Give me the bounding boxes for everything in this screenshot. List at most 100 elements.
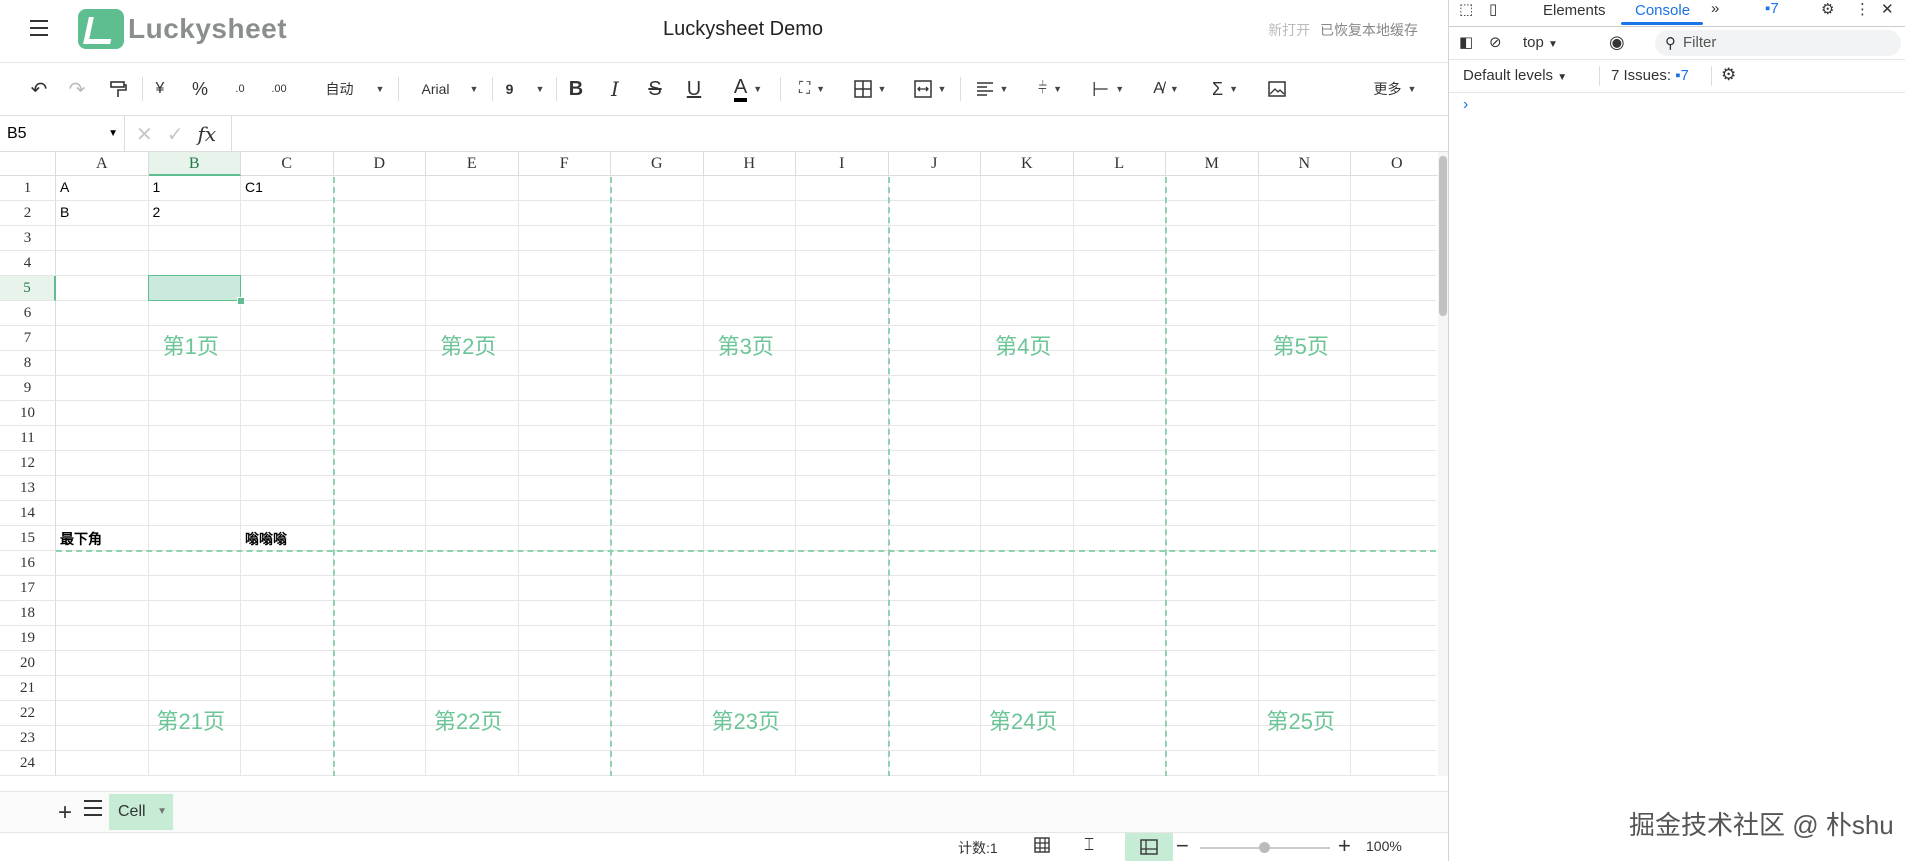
fill-color-button[interactable]: ⛶ ▼ bbox=[788, 75, 836, 103]
column-header[interactable]: I bbox=[796, 152, 889, 176]
column-header[interactable]: B bbox=[148, 152, 241, 176]
text-wrap-button[interactable]: ⊢ ▼ bbox=[1084, 75, 1132, 103]
horizontal-align-button[interactable]: ▼ bbox=[968, 75, 1016, 103]
zoom-out-button[interactable]: − bbox=[1176, 833, 1189, 859]
format-painter-button[interactable] bbox=[105, 75, 131, 103]
console-settings-icon[interactable]: ⚙ bbox=[1721, 65, 1736, 85]
spreadsheet-grid[interactable]: A B C D E F G H I J K L M N O 1 2 3 4 5 6 7 8 9 10 11 12 13 14 15 16 17… bbox=[0, 152, 1448, 776]
device-toolbar-icon[interactable]: ▯ bbox=[1489, 0, 1497, 18]
row-header[interactable]: 17 bbox=[0, 576, 56, 601]
insert-image-button[interactable] bbox=[1264, 75, 1290, 103]
issues-link[interactable]: 7 Issues: ▪7 bbox=[1611, 67, 1689, 84]
text-color-button[interactable]: A ▼ bbox=[722, 75, 774, 103]
zoom-in-button[interactable]: + bbox=[1338, 833, 1351, 859]
more-button[interactable]: 更多 ▼ bbox=[1366, 75, 1424, 103]
row-header[interactable]: 8 bbox=[0, 351, 56, 376]
row-header[interactable]: 9 bbox=[0, 376, 56, 401]
row-header[interactable]: 20 bbox=[0, 651, 56, 676]
settings-icon[interactable]: ⚙ bbox=[1821, 0, 1834, 18]
document-title[interactable]: Luckysheet Demo bbox=[0, 18, 1448, 41]
fill-handle[interactable] bbox=[237, 297, 245, 305]
column-header[interactable]: H bbox=[703, 152, 796, 176]
sheet-list-icon[interactable] bbox=[84, 800, 102, 816]
vertical-scrollbar[interactable] bbox=[1438, 152, 1448, 776]
font-size-select[interactable]: 9 ▼ bbox=[500, 75, 550, 103]
row-header[interactable]: 5 bbox=[0, 276, 56, 301]
issues-badge[interactable]: ▪7 bbox=[1765, 0, 1779, 17]
filter-input[interactable]: ⚲ Filter bbox=[1655, 30, 1901, 56]
row-header[interactable]: 2 bbox=[0, 201, 56, 226]
cancel-icon[interactable]: ✕ bbox=[136, 122, 153, 147]
tab-console[interactable]: Console bbox=[1635, 2, 1690, 19]
cell-value[interactable]: 最下角 bbox=[60, 529, 102, 549]
row-header[interactable]: 12 bbox=[0, 451, 56, 476]
row-header[interactable]: 3 bbox=[0, 226, 56, 251]
column-header[interactable]: C bbox=[241, 152, 334, 176]
sidebar-toggle-icon[interactable]: ◧ bbox=[1459, 33, 1473, 51]
redo-button[interactable]: ↷ bbox=[64, 75, 90, 103]
column-header[interactable]: E bbox=[426, 152, 519, 176]
currency-button[interactable]: ¥ bbox=[148, 75, 172, 103]
zoom-slider-knob[interactable] bbox=[1259, 842, 1270, 853]
percent-button[interactable]: % bbox=[186, 75, 214, 103]
row-header[interactable]: 11 bbox=[0, 426, 56, 451]
more-options-icon[interactable]: ⋮ bbox=[1855, 0, 1870, 18]
column-header[interactable]: A bbox=[56, 152, 149, 176]
selected-cell[interactable] bbox=[147, 275, 241, 301]
row-header[interactable]: 15 bbox=[0, 526, 56, 551]
row-header[interactable]: 4 bbox=[0, 251, 56, 276]
cell-value[interactable]: B bbox=[60, 204, 69, 220]
log-levels-select[interactable]: Default levels ▼ bbox=[1463, 67, 1567, 84]
cell-value[interactable]: 2 bbox=[153, 204, 161, 220]
row-header[interactable]: 22 bbox=[0, 701, 56, 726]
italic-button[interactable]: I bbox=[603, 75, 627, 103]
row-header[interactable]: 19 bbox=[0, 626, 56, 651]
undo-button[interactable]: ↶ bbox=[26, 75, 52, 103]
row-header[interactable]: 23 bbox=[0, 726, 56, 751]
row-header[interactable]: 6 bbox=[0, 301, 56, 326]
column-header[interactable]: M bbox=[1166, 152, 1259, 176]
increase-decimal-button[interactable]: .00 bbox=[266, 75, 292, 103]
vertical-align-button[interactable]: ⫩ ▼ bbox=[1026, 75, 1074, 103]
cell-value[interactable]: A bbox=[60, 179, 69, 195]
number-format-select[interactable]: 自动 ▼ bbox=[320, 75, 390, 103]
strikethrough-button[interactable]: S bbox=[643, 75, 667, 103]
fx-icon[interactable]: fx bbox=[198, 122, 217, 147]
row-header[interactable]: 18 bbox=[0, 601, 56, 626]
more-tabs-icon[interactable]: » bbox=[1711, 0, 1719, 17]
layout-view-icon[interactable]: ⌶ bbox=[1084, 835, 1094, 855]
vertical-scroll-thumb[interactable] bbox=[1439, 156, 1447, 316]
column-header[interactable]: F bbox=[518, 152, 611, 176]
add-sheet-icon[interactable]: + bbox=[58, 799, 72, 827]
text-rotate-button[interactable]: A̸ ▼ bbox=[1142, 75, 1190, 103]
column-header[interactable]: D bbox=[333, 152, 426, 176]
border-button[interactable]: ▼ bbox=[846, 75, 894, 103]
chevron-down-icon[interactable]: ▼ bbox=[157, 794, 167, 830]
sheet-tab[interactable]: Cell ▼ bbox=[109, 794, 173, 830]
grid-view-icon[interactable] bbox=[1034, 837, 1050, 856]
live-expression-icon[interactable]: ◉ bbox=[1609, 32, 1625, 53]
merge-cells-button[interactable]: ▼ bbox=[904, 75, 956, 103]
column-header[interactable]: G bbox=[611, 152, 704, 176]
row-header[interactable]: 1 bbox=[0, 176, 56, 201]
column-header[interactable]: K bbox=[981, 152, 1074, 176]
grid-corner[interactable] bbox=[0, 152, 56, 176]
close-icon[interactable]: ✕ bbox=[1881, 0, 1894, 18]
font-family-select[interactable]: Arial ▼ bbox=[412, 75, 488, 103]
row-header[interactable]: 10 bbox=[0, 401, 56, 426]
decrease-decimal-button[interactable]: .0 bbox=[228, 75, 252, 103]
column-header[interactable]: O bbox=[1351, 152, 1444, 176]
cell-value[interactable]: 嗡嗡嗡 bbox=[245, 529, 287, 549]
column-header[interactable]: L bbox=[1073, 152, 1166, 176]
underline-button[interactable]: U bbox=[682, 75, 706, 103]
row-header[interactable]: 14 bbox=[0, 501, 56, 526]
function-button[interactable]: Σ ▼ bbox=[1200, 75, 1250, 103]
row-header[interactable]: 21 bbox=[0, 676, 56, 701]
console-prompt[interactable]: › bbox=[1463, 96, 1468, 114]
row-header[interactable]: 24 bbox=[0, 751, 56, 776]
row-header[interactable]: 7 bbox=[0, 326, 56, 351]
column-header[interactable]: J bbox=[888, 152, 981, 176]
cell-name-box[interactable]: B5 ▼ bbox=[0, 116, 125, 151]
inspect-element-icon[interactable]: ⬚ bbox=[1459, 0, 1473, 18]
context-select[interactable]: top ▼ bbox=[1523, 34, 1558, 51]
